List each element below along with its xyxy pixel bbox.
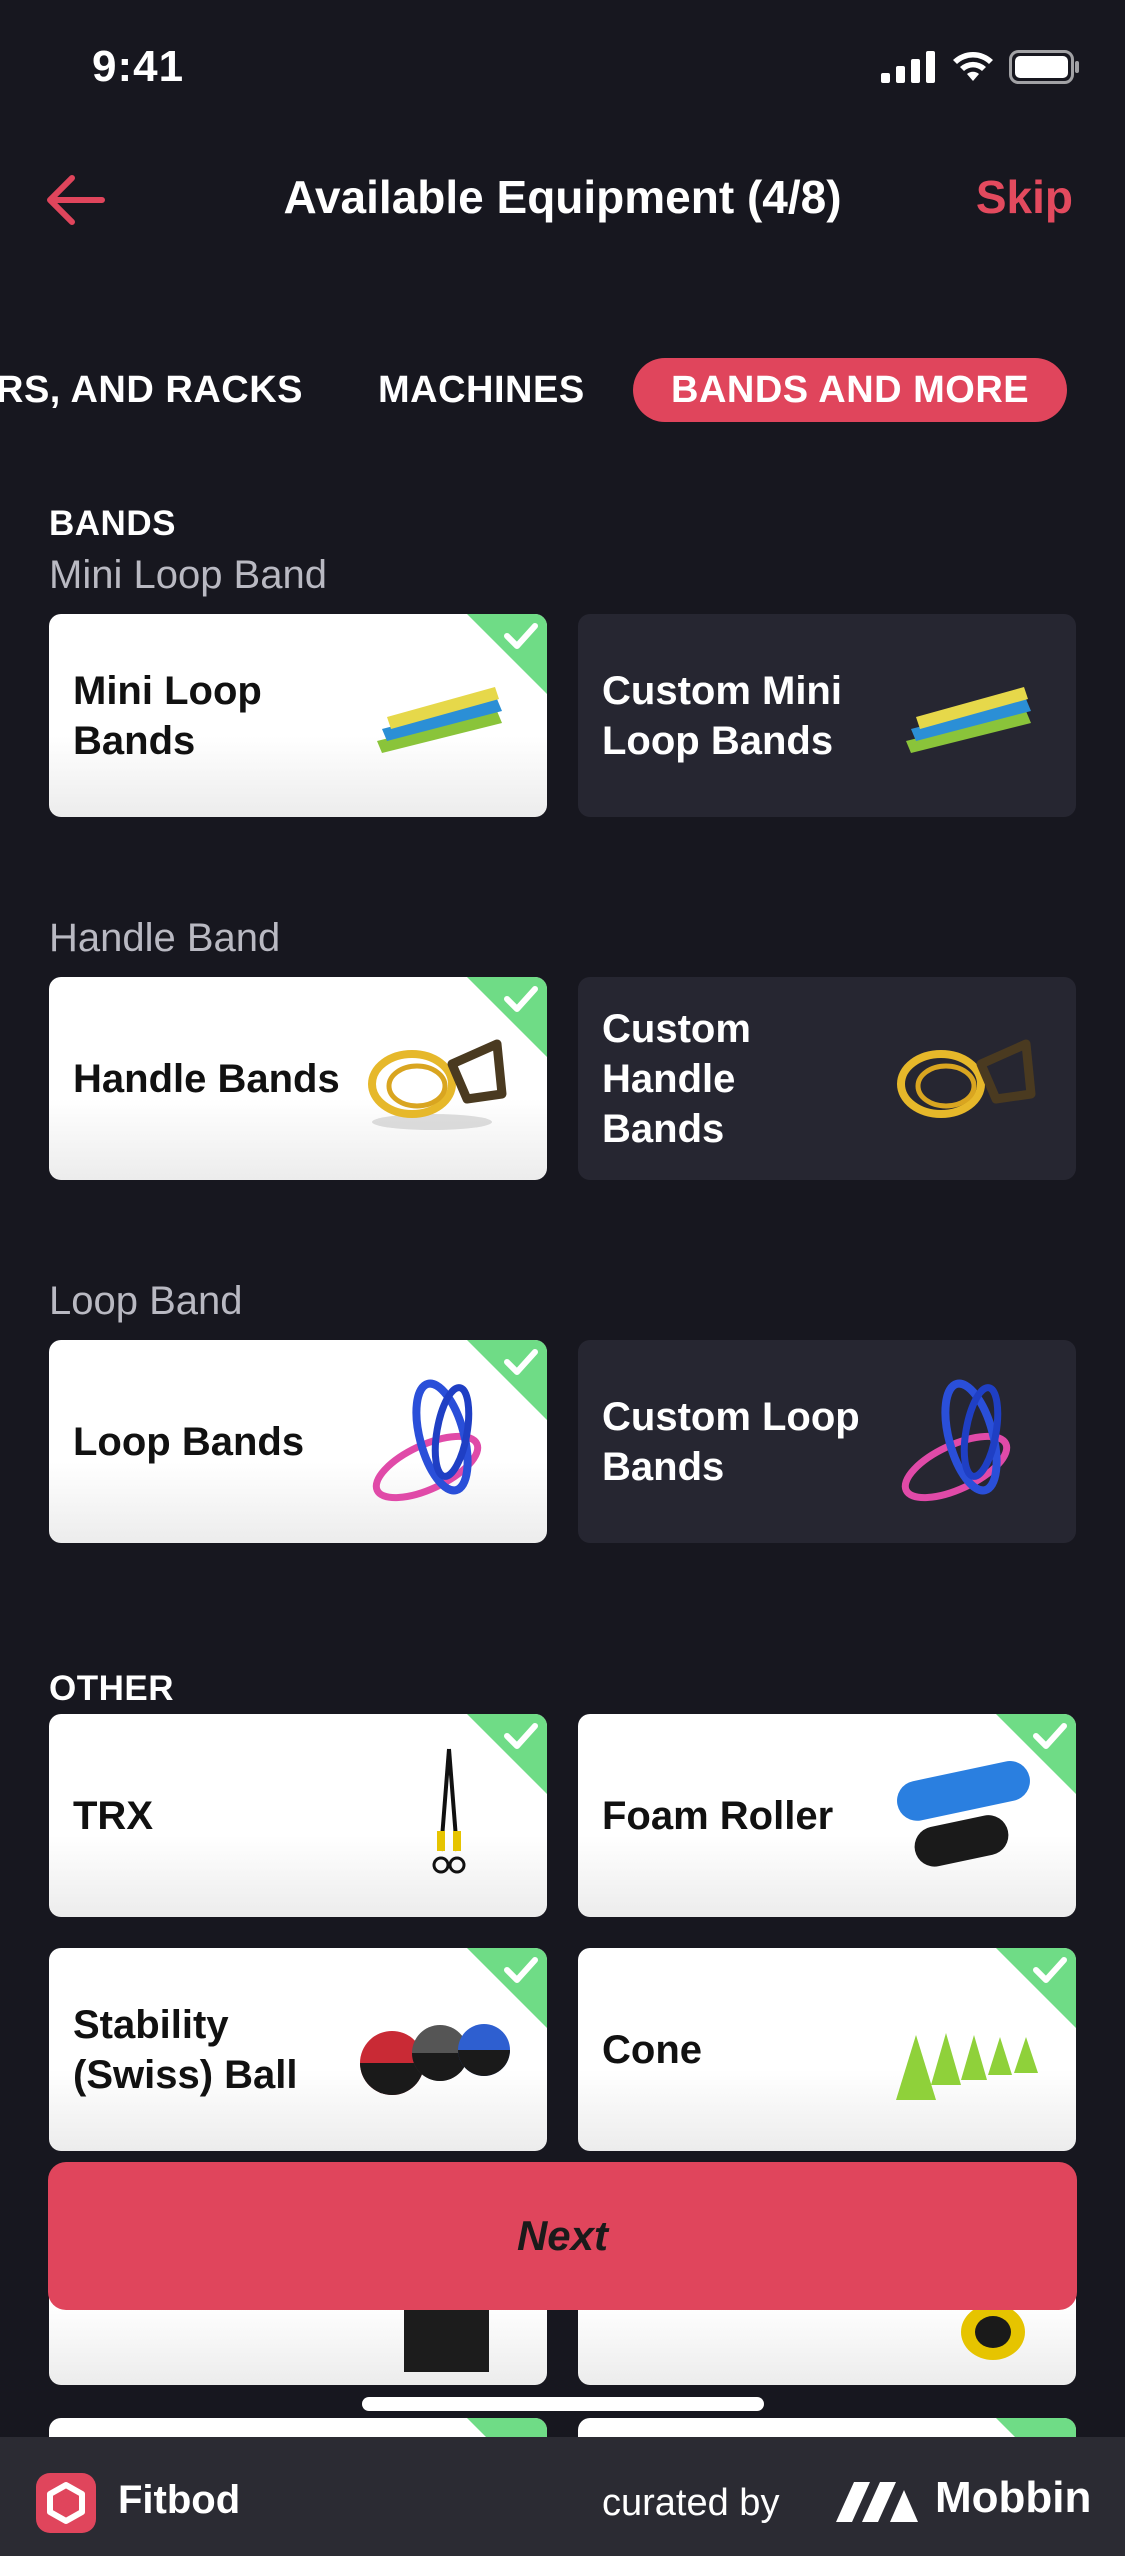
fitbod-logo-icon bbox=[36, 2473, 96, 2533]
tab-bars-and-racks[interactable]: RS, AND RACKS bbox=[0, 358, 303, 422]
section-heading-bands: BANDS bbox=[49, 504, 176, 543]
check-icon bbox=[996, 1714, 1076, 1794]
check-icon bbox=[467, 614, 547, 694]
app-name: Fitbod bbox=[118, 2478, 241, 2522]
tab-machines[interactable]: MACHINES bbox=[378, 358, 585, 422]
status-time: 9:41 bbox=[92, 42, 185, 91]
card-label: Handle Bands bbox=[73, 1056, 340, 1101]
card-label: TRX bbox=[73, 1793, 153, 1838]
tab-bands-and-more[interactable]: BANDS AND MORE bbox=[633, 358, 1068, 422]
mobbin-brand: Mobbin bbox=[935, 2473, 1092, 2522]
next-button[interactable]: Next bbox=[48, 2162, 1077, 2310]
home-indicator bbox=[362, 2397, 764, 2411]
mini-loop-bands-image bbox=[906, 686, 1031, 753]
card-label: Cone bbox=[602, 2027, 702, 2072]
equipment-card-custom-mini-loop-bands[interactable]: Custom Mini Loop Bands bbox=[578, 614, 1076, 817]
subheading-handle-band: Handle Band bbox=[49, 916, 281, 960]
category-tabs: RS, AND RACKS MACHINES BANDS AND MORE bbox=[0, 358, 1125, 422]
equipment-card-trx[interactable]: TRX bbox=[49, 1714, 547, 1917]
check-icon bbox=[467, 1714, 547, 1794]
equipment-card-custom-loop-bands[interactable]: Custom Loop Bands bbox=[578, 1340, 1076, 1543]
handle-bands-image bbox=[897, 1039, 1036, 1118]
signal-icon bbox=[881, 51, 935, 83]
mobbin-logo-icon bbox=[836, 2482, 918, 2522]
equipment-card-handle-bands[interactable]: Handle Bands bbox=[49, 977, 547, 1180]
check-icon bbox=[467, 1340, 547, 1420]
box-image bbox=[404, 2307, 489, 2372]
loop-bands-image bbox=[901, 1379, 1011, 1501]
card-label: Stability (Swiss) Ball bbox=[73, 2002, 298, 2097]
curated-by-text: curated by bbox=[602, 2482, 780, 2524]
card-label: Loop Bands bbox=[73, 1419, 305, 1464]
section-heading-other: OTHER bbox=[49, 1669, 174, 1708]
equipment-card-custom-handle-bands[interactable]: Custom Handle Bands bbox=[578, 977, 1076, 1180]
equipment-card-stability-ball[interactable]: Stability (Swiss) Ball bbox=[49, 1948, 547, 2151]
wifi-icon bbox=[953, 52, 993, 81]
card-label: Foam Roller bbox=[602, 1793, 834, 1838]
check-icon bbox=[467, 1948, 547, 2028]
card-label: Custom Mini Loop Bands bbox=[602, 668, 842, 763]
card-label: Custom Loop Bands bbox=[602, 1394, 860, 1489]
wheel-image bbox=[961, 2304, 1025, 2360]
equipment-card-mini-loop-bands[interactable]: Mini Loop Bands bbox=[49, 614, 547, 817]
subheading-mini-loop-band: Mini Loop Band bbox=[49, 553, 327, 597]
status-icons bbox=[881, 50, 1081, 84]
equipment-card-loop-bands[interactable]: Loop Bands bbox=[49, 1340, 547, 1543]
next-button-label: Next bbox=[516, 2212, 609, 2259]
page-title: Available Equipment (4/8) bbox=[283, 171, 842, 223]
card-label: Mini Loop Bands bbox=[73, 668, 262, 763]
equipment-card-foam-roller[interactable]: Foam Roller bbox=[578, 1714, 1076, 1917]
subheading-loop-band: Loop Band bbox=[49, 1279, 243, 1323]
check-icon bbox=[467, 977, 547, 1057]
equipment-card-cone[interactable]: Cone bbox=[578, 1948, 1076, 2151]
check-icon bbox=[996, 1948, 1076, 2028]
skip-button[interactable]: Skip bbox=[976, 170, 1073, 224]
battery-icon bbox=[1009, 50, 1079, 84]
card-label: Custom Handle Bands bbox=[602, 1006, 751, 1151]
